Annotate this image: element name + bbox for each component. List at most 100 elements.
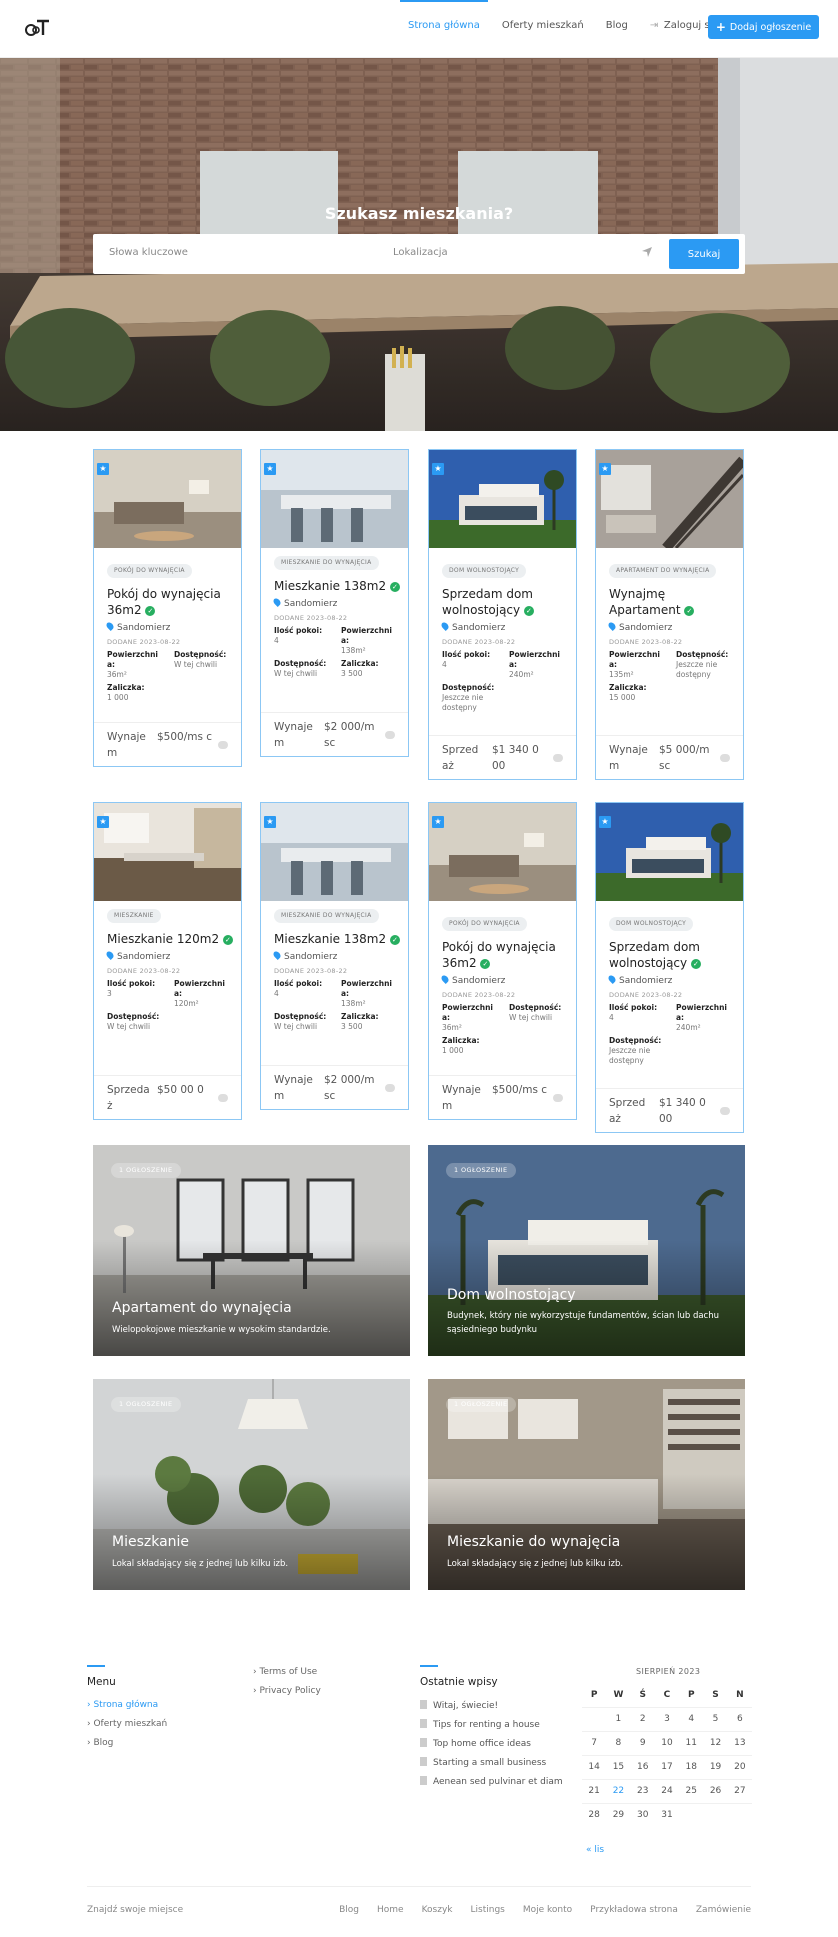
listing-location[interactable]: Sandomierz [272, 597, 337, 609]
footer-link-terms[interactable]: › Terms of Use [253, 1667, 317, 1677]
listing-location[interactable]: Sandomierz [105, 950, 170, 962]
recent-post-label: Witaj, świecie! [433, 1701, 499, 1711]
footer-bottom-link[interactable]: Blog [339, 1905, 359, 1915]
listing-photo[interactable] [596, 450, 743, 548]
listing-card[interactable]: ★ DOM WOLNOSTOJĄCY Sprzedam dom wolnosto… [595, 802, 744, 1133]
listing-card[interactable]: ★ MIESZKANIE DO WYNAJĘCIA Mieszkanie 138… [260, 802, 409, 1110]
comment-icon[interactable] [218, 741, 228, 749]
footer-link-privacy[interactable]: › Privacy Policy [253, 1686, 321, 1696]
listing-location[interactable]: Sandomierz [440, 974, 506, 986]
listing-card[interactable]: ★ MIESZKANIE Mieszkanie 120m2 ✓ Sandomie… [93, 802, 242, 1120]
listing-card[interactable]: ★ MIESZKANIE DO WYNAJĘCIA Mieszkanie 138… [260, 449, 409, 757]
listing-title[interactable]: Mieszkanie 138m2 ✓ [274, 578, 402, 594]
footer-link-blog[interactable]: › Blog [87, 1738, 113, 1748]
listing-date: DODANE 2023-08-22 [609, 991, 683, 999]
listing-card[interactable]: ★ POKÓJ DO WYNAJĘCIA Pokój do wynajęcia … [428, 802, 577, 1120]
nav-item-blog[interactable]: Blog [606, 20, 628, 31]
category-tile-apartment[interactable]: 1 OGŁOSZENIE Apartament do wynajęcia Wie… [93, 1145, 410, 1356]
listing-property: Dostępność: Jeszcze nie dostępny [442, 683, 503, 716]
comment-icon[interactable] [720, 754, 730, 762]
footer-bottom-link[interactable]: Listings [471, 1905, 505, 1915]
listing-type-badge[interactable]: DOM WOLNOSTOJĄCY [609, 917, 694, 931]
location-arrow-icon[interactable] [641, 246, 653, 258]
listing-image[interactable] [596, 803, 743, 901]
listing-title[interactable]: Sprzedam dom wolnostojący ✓ [442, 586, 570, 618]
listing-title[interactable]: Pokój do wynajęcia 36m2 ✓ [442, 939, 570, 971]
location-input[interactable]: Lokalizacja [393, 247, 448, 258]
listing-image[interactable] [261, 450, 408, 548]
listing-photo[interactable] [261, 803, 408, 901]
listing-type-badge[interactable]: APARTAMENT DO WYNAJĘCIA [609, 564, 717, 578]
footer-bottom-link[interactable]: Moje konto [523, 1905, 572, 1915]
recent-post-link[interactable]: Top home office ideas [420, 1738, 531, 1749]
listing-type-badge[interactable]: MIESZKANIE [107, 909, 161, 923]
site-logo[interactable] [24, 18, 50, 38]
listing-location[interactable]: Sandomierz [105, 621, 170, 633]
listing-photo[interactable] [94, 803, 241, 901]
listing-title[interactable]: Sprzedam dom wolnostojący ✓ [609, 939, 737, 971]
listing-location[interactable]: Sandomierz [272, 950, 337, 962]
listing-property: Dostępność: Jeszcze nie dostępny [676, 650, 737, 683]
comment-icon[interactable] [553, 1094, 563, 1102]
nav-item-home[interactable]: Strona główna [400, 0, 488, 31]
listing-card[interactable]: ★ APARTAMENT DO WYNAJĘCIA Wynajmę Aparta… [595, 449, 744, 780]
listing-image[interactable] [596, 450, 743, 548]
comment-icon[interactable] [553, 754, 563, 762]
listing-image[interactable] [261, 803, 408, 901]
listing-offer-type: Wynaje m [274, 721, 313, 749]
footer-bottom-links: Blog Home Koszyk Listings Moje konto Przykład… [339, 1905, 751, 1915]
listing-city: Sandomierz [452, 976, 506, 986]
listing-type-badge[interactable]: DOM WOLNOSTOJĄCY [442, 564, 527, 578]
listing-title[interactable]: Mieszkanie 138m2 ✓ [274, 931, 402, 947]
listing-title[interactable]: Wynajmę Apartament ✓ [609, 586, 737, 618]
add-listing-button[interactable]: + Dodaj ogłoszenie [708, 15, 819, 39]
recent-post-link[interactable]: Witaj, świecie! [420, 1700, 498, 1711]
listing-price: $2 000/m sc [324, 1074, 375, 1102]
comment-icon[interactable] [720, 1107, 730, 1115]
listing-photo[interactable] [429, 450, 576, 548]
listing-card[interactable]: ★ DOM WOLNOSTOJĄCY Sprzedam dom wolnosto… [428, 449, 577, 780]
footer-link-offers[interactable]: › Oferty mieszkań [87, 1719, 167, 1729]
listing-type-badge[interactable]: POKÓJ DO WYNAJĘCIA [442, 917, 527, 931]
listing-image[interactable] [429, 803, 576, 901]
listing-title-text: Mieszkanie 138m2 [274, 932, 387, 946]
footer-link-label: Privacy Policy [259, 1686, 321, 1696]
listing-location[interactable]: Sandomierz [607, 974, 672, 986]
calendar-day[interactable]: 22 [606, 1778, 631, 1803]
listing-photo[interactable] [596, 803, 743, 901]
comment-icon[interactable] [218, 1094, 228, 1102]
listing-image[interactable] [94, 450, 241, 548]
listing-photo[interactable] [429, 803, 576, 901]
nav-item-offers[interactable]: Oferty mieszkań [502, 20, 584, 31]
footer-bottom-link[interactable]: Home [377, 1905, 404, 1915]
category-tile-flat-rent[interactable]: 1 OGŁOSZENIE Mieszkanie do wynajęcia Lok… [428, 1379, 745, 1590]
listing-image[interactable] [429, 450, 576, 548]
listing-type-badge[interactable]: MIESZKANIE DO WYNAJĘCIA [274, 556, 379, 570]
comment-icon[interactable] [385, 731, 395, 739]
verified-check-icon: ✓ [690, 958, 701, 969]
listing-photo[interactable] [94, 450, 241, 548]
listing-footer: Wynaje m $2 000/m sc [261, 1065, 408, 1111]
footer-bottom-link[interactable]: Zamówienie [696, 1905, 751, 1915]
listing-title[interactable]: Mieszkanie 120m2 ✓ [107, 931, 235, 947]
search-button[interactable]: Szukaj [669, 239, 739, 269]
footer-bottom-link[interactable]: Koszyk [422, 1905, 453, 1915]
comment-icon[interactable] [385, 1084, 395, 1092]
recent-post-link[interactable]: Tips for renting a house [420, 1719, 540, 1730]
listing-location[interactable]: Sandomierz [440, 621, 505, 633]
listing-location[interactable]: Sandomierz [607, 621, 672, 633]
category-tile-house[interactable]: 1 OGŁOSZENIE Dom wolnostojący Budynek, k… [428, 1145, 745, 1356]
footer-link-home[interactable]: › Strona główna [87, 1700, 158, 1710]
calendar-prev-month-link[interactable]: « lis [586, 1845, 604, 1855]
listing-type-badge[interactable]: POKÓJ DO WYNAJĘCIA [107, 564, 192, 578]
listing-photo[interactable] [261, 450, 408, 548]
listing-title[interactable]: Pokój do wynajęcia 36m2 ✓ [107, 586, 235, 618]
listing-image[interactable] [94, 803, 241, 901]
category-tile-flat[interactable]: 1 OGŁOSZENIE Mieszkanie Lokal składający… [93, 1379, 410, 1590]
listing-card[interactable]: ★ POKÓJ DO WYNAJĘCIA Pokój do wynajęcia … [93, 449, 242, 767]
keywords-input[interactable]: Słowa kluczowe [109, 247, 188, 258]
footer-bottom-link[interactable]: Przykładowa strona [590, 1905, 678, 1915]
recent-post-link[interactable]: Starting a small business [420, 1757, 546, 1768]
recent-post-link[interactable]: Aenean sed pulvinar et diam [420, 1776, 563, 1787]
listing-type-badge[interactable]: MIESZKANIE DO WYNAJĘCIA [274, 909, 379, 923]
